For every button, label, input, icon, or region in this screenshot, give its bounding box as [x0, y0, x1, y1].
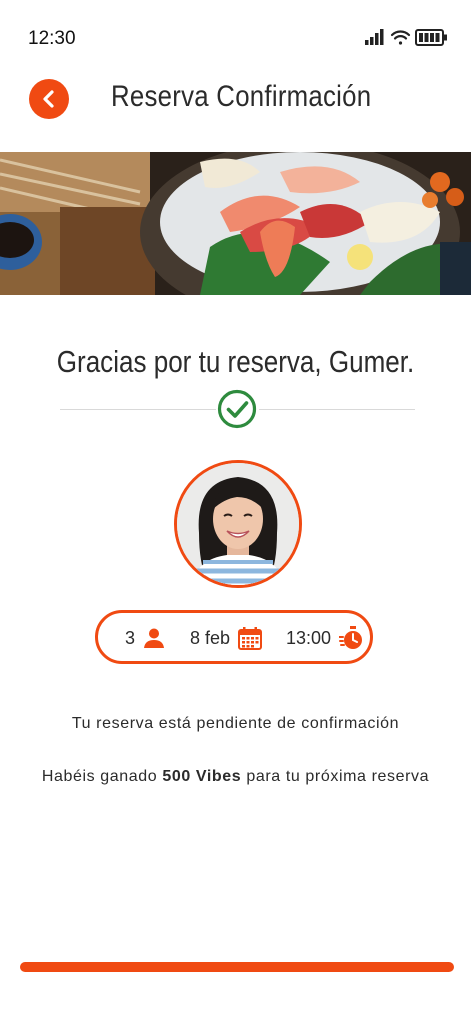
- vibes-message: Habéis ganado 500 Vibes para tu próxima …: [0, 768, 471, 786]
- divider-left: [60, 409, 216, 410]
- status-icons: [365, 28, 449, 48]
- date-info: 8 feb: [190, 626, 263, 650]
- back-button[interactable]: [29, 79, 69, 119]
- confirmation-title: Gracias por tu reserva, Gumer.: [56, 344, 415, 379]
- guests-info: 3: [125, 626, 165, 650]
- vibes-prefix: Habéis ganado: [41, 768, 163, 785]
- page-title: Reserva Confirmación: [111, 80, 372, 113]
- stopwatch-icon: [339, 626, 363, 649]
- booking-date: 8 feb: [190, 627, 231, 648]
- time-info: 13:00: [286, 626, 363, 650]
- wifi-icon: [390, 30, 411, 45]
- status-time: 12:30: [28, 28, 76, 49]
- chevron-left-icon: [43, 90, 54, 108]
- hero-image: [0, 152, 471, 295]
- check-circle-icon: [217, 389, 257, 429]
- pending-message: Tu reserva está pendiente de confirmació…: [71, 715, 400, 732]
- bottom-action-bar[interactable]: [20, 962, 454, 972]
- divider-right: [259, 409, 415, 410]
- avatar: [174, 460, 302, 588]
- battery-icon: [415, 29, 447, 46]
- vibes-suffix: para tu próxima reserva: [241, 768, 430, 785]
- booking-details: 3 8 feb 13:00: [95, 610, 373, 664]
- booking-time: 13:00: [286, 627, 332, 648]
- app-header: Reserva Confirmación: [0, 74, 471, 130]
- calendar-icon: [238, 627, 263, 650]
- guests-count: 3: [125, 627, 136, 648]
- signal-icon: [365, 29, 384, 45]
- person-icon: [144, 628, 165, 648]
- status-bar: 12:30: [0, 0, 471, 74]
- vibes-amount: 500 Vibes: [162, 768, 242, 785]
